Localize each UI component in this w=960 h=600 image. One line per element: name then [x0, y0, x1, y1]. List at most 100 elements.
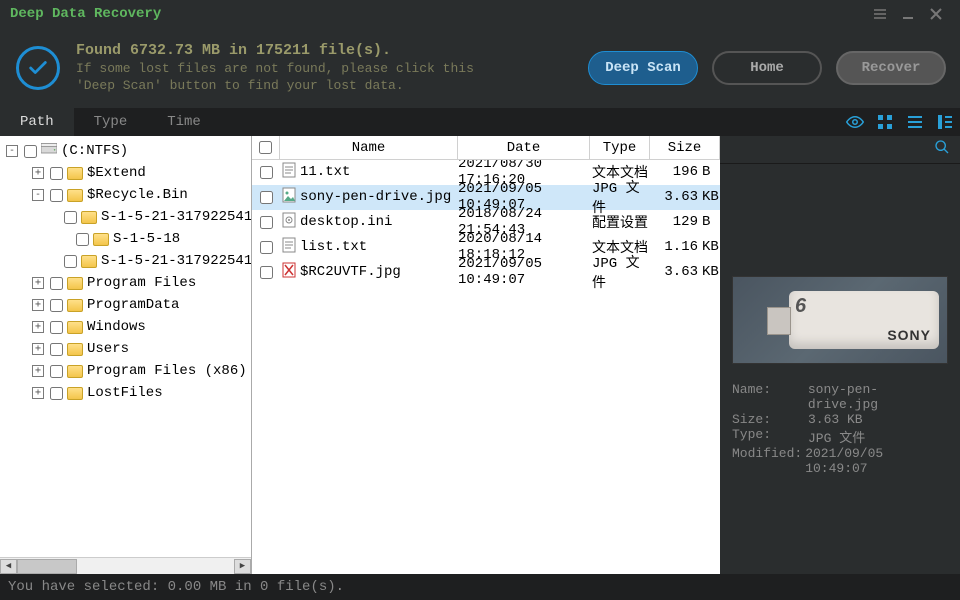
status-bar: You have selected: 0.00 MB in 0 file(s). [0, 574, 960, 600]
tree-item[interactable]: +Users [2, 338, 251, 360]
preview-cap: 6 [795, 295, 806, 318]
list-view-icon[interactable] [900, 108, 930, 136]
file-icon [282, 187, 300, 208]
file-size: 3.63 [650, 264, 700, 280]
tree-item[interactable]: S-1-5-18 [2, 228, 251, 250]
file-checkbox[interactable] [260, 216, 273, 229]
file-checkbox[interactable] [260, 266, 273, 279]
tree-checkbox[interactable] [50, 299, 63, 312]
header-type[interactable]: Type [590, 136, 650, 159]
file-icon [282, 162, 300, 183]
tree-checkbox[interactable] [50, 365, 63, 378]
file-row[interactable]: $RC2UVTF.jpg2021/09/05 10:49:07JPG 文件3.6… [252, 260, 720, 285]
tree-checkbox[interactable] [50, 387, 63, 400]
tab-time[interactable]: Time [147, 108, 221, 136]
tree-item[interactable]: S-1-5-21-3179225416-36 [2, 206, 251, 228]
tree-toggle-icon[interactable]: + [32, 277, 44, 289]
search-row [720, 136, 960, 164]
tree-item[interactable]: S-1-5-21-3179225416-36 [2, 250, 251, 272]
detail-view-icon[interactable] [930, 108, 960, 136]
file-icon [282, 212, 300, 233]
tree-scrollbar[interactable]: ◀ ▶ [0, 557, 251, 574]
tree-toggle-icon[interactable]: + [32, 343, 44, 355]
folder-icon [67, 299, 83, 312]
tree-label: Windows [87, 319, 146, 335]
tree-toggle-icon[interactable]: - [6, 145, 18, 157]
tree-checkbox[interactable] [50, 343, 63, 356]
scroll-right-icon[interactable]: ▶ [234, 559, 251, 574]
file-checkbox[interactable] [260, 241, 273, 254]
file-icon [282, 237, 300, 258]
tree-checkbox[interactable] [64, 255, 77, 268]
home-button[interactable]: Home [712, 51, 822, 85]
tree-toggle-icon[interactable]: + [32, 167, 44, 179]
file-list-header: Name Date Type Size [252, 136, 720, 160]
eye-icon[interactable] [840, 108, 870, 136]
preview-metadata: Name:sony-pen-drive.jpg Size:3.63 KB Typ… [732, 382, 948, 476]
deep-scan-button[interactable]: Deep Scan [588, 51, 698, 85]
folder-icon [67, 365, 83, 378]
close-icon[interactable] [922, 3, 950, 25]
file-size: 196 [650, 164, 700, 180]
folder-icon [67, 321, 83, 334]
scroll-thumb[interactable] [17, 559, 77, 574]
tree-label: S-1-5-18 [113, 231, 180, 247]
tab-type[interactable]: Type [74, 108, 148, 136]
tree-checkbox[interactable] [50, 189, 63, 202]
tree-label: Program Files [87, 275, 196, 291]
header-size[interactable]: Size [650, 136, 720, 159]
tree-label: S-1-5-21-3179225416-36 [101, 253, 251, 269]
app-title: Deep Data Recovery [10, 6, 161, 22]
tree-label: S-1-5-21-3179225416-36 [101, 209, 251, 225]
tree-item[interactable]: + ProgramData [2, 294, 251, 316]
meta-size-val: 3.63 KB [808, 412, 863, 427]
minimize-icon[interactable] [894, 3, 922, 25]
file-name: list.txt [300, 239, 367, 255]
search-icon[interactable] [934, 139, 950, 160]
header-checkbox[interactable] [252, 136, 280, 159]
tree-label: ProgramData [87, 297, 179, 313]
tree-item[interactable]: +$Extend [2, 162, 251, 184]
tree-item[interactable]: +LostFiles [2, 382, 251, 404]
file-size-unit: KB [700, 239, 720, 255]
menu-icon[interactable] [866, 3, 894, 25]
tree-toggle-icon[interactable]: + [32, 299, 44, 311]
tab-path[interactable]: Path [0, 108, 74, 136]
app-window: Deep Data Recovery Found 6732.73 MB in 1… [0, 0, 960, 600]
tree-checkbox[interactable] [50, 277, 63, 290]
tree-toggle-icon[interactable]: + [32, 321, 44, 333]
file-type: JPG 文件 [590, 177, 650, 217]
file-size-unit: B [700, 164, 720, 180]
header-name[interactable]: Name [280, 136, 458, 159]
file-checkbox[interactable] [260, 191, 273, 204]
tree-item[interactable]: -(C:NTFS) [2, 140, 251, 162]
tree-checkbox[interactable] [76, 233, 89, 246]
tree-toggle-icon[interactable]: + [32, 365, 44, 377]
tree-item[interactable]: + Windows [2, 316, 251, 338]
grid-view-icon[interactable] [870, 108, 900, 136]
meta-size-key: Size: [732, 412, 808, 427]
tree-checkbox[interactable] [50, 167, 63, 180]
file-checkbox[interactable] [260, 166, 273, 179]
preview-brand: SONY [887, 327, 931, 343]
header-date[interactable]: Date [458, 136, 590, 159]
tree-item[interactable]: +Program Files (x86) [2, 360, 251, 382]
tree-checkbox[interactable] [24, 145, 37, 158]
file-list: Name Date Type Size 11.txt2021/08/30 17:… [252, 136, 720, 574]
recover-button[interactable]: Recover [836, 51, 946, 85]
tree-checkbox[interactable] [50, 321, 63, 334]
folder-icon [67, 343, 83, 356]
tree-item[interactable]: + Program Files [2, 272, 251, 294]
folder-icon [67, 167, 83, 180]
tree-checkbox[interactable] [64, 211, 77, 224]
tree-toggle-icon[interactable]: + [32, 387, 44, 399]
file-size-unit: B [700, 214, 720, 230]
summary-line1: Found 6732.73 MB in 175211 file(s). [76, 42, 578, 59]
meta-name-key: Name: [732, 382, 808, 412]
file-size: 3.63 [650, 189, 700, 205]
tree-toggle-icon[interactable]: - [32, 189, 44, 201]
tree-toggle-icon[interactable] [58, 233, 70, 245]
tree-item[interactable]: -$Recycle.Bin [2, 184, 251, 206]
summary-message: Found 6732.73 MB in 175211 file(s). If s… [76, 42, 578, 94]
scroll-left-icon[interactable]: ◀ [0, 559, 17, 574]
